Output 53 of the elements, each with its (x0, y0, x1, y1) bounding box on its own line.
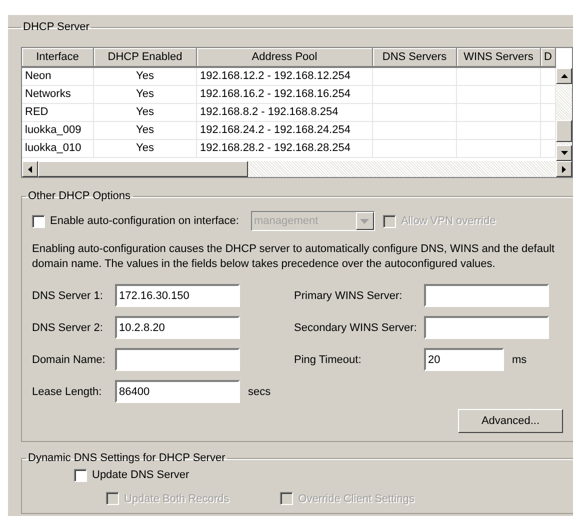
table-cell: RED (22, 104, 94, 122)
update-dns-checkbox[interactable]: Update DNS Server (74, 468, 190, 482)
left-arrow-icon (28, 166, 32, 172)
group-title: Other DHCP Options (27, 190, 132, 202)
input-field[interactable]: 20 (424, 348, 504, 371)
table-cell: 192.168.28.2 - 192.168.28.254 (197, 140, 373, 158)
advanced-button[interactable]: Advanced... (458, 409, 563, 433)
down-arrow-icon (560, 151, 568, 155)
table-cell: luokka_010 (22, 140, 94, 158)
field-label: Ping Timeout: (294, 354, 362, 366)
table-cell: Yes (94, 68, 197, 86)
horizontal-scrollbar[interactable] (21, 161, 573, 178)
table-cell: 192.168.16.2 - 192.168.16.254 (197, 86, 373, 104)
unit-label: secs (248, 386, 271, 398)
input-field[interactable]: 86400 (115, 380, 240, 403)
column-header[interactable]: DNS Servers (373, 48, 457, 68)
table-cell: luokka_009 (22, 122, 94, 140)
scrollbar-thumb[interactable] (38, 161, 248, 177)
field-label: Domain Name: (32, 354, 106, 366)
column-header[interactable]: Interface (22, 48, 94, 68)
dropdown-arrow-icon (360, 218, 370, 224)
field-label: Primary WINS Server: (294, 290, 404, 302)
table-cell: Yes (94, 140, 197, 158)
input-field[interactable] (424, 316, 549, 339)
column-header[interactable]: WINS Servers (457, 48, 541, 68)
unit-label: ms (512, 354, 527, 366)
table-cell: 192.168.12.2 - 192.168.12.254 (197, 68, 373, 86)
up-arrow-icon (560, 74, 568, 78)
table-cell: Yes (94, 122, 197, 140)
field-label: DNS Server 1: (32, 290, 104, 302)
table-cell: 192.168.8.2 - 192.168.8.254 (197, 104, 373, 122)
input-field[interactable] (424, 284, 549, 307)
group-title: Dynamic DNS Settings for DHCP Server (27, 452, 226, 464)
vertical-scrollbar[interactable] (556, 68, 572, 161)
input-field[interactable]: 172.16.30.150 (115, 284, 240, 307)
column-header[interactable]: D (541, 48, 556, 68)
input-field[interactable]: 10.2.8.20 (115, 316, 240, 339)
input-field[interactable] (115, 348, 240, 371)
scrollbar-thumb[interactable] (556, 120, 572, 142)
auto-config-checkbox[interactable]: Enable auto-configuration on interface: (32, 214, 239, 228)
table-cell: Yes (94, 86, 197, 104)
field-label: Lease Length: (32, 386, 103, 398)
group-title: DHCP Server (22, 21, 90, 33)
table-cell: Yes (94, 104, 197, 122)
right-arrow-icon (562, 166, 566, 172)
field-label: DNS Server 2: (32, 322, 104, 334)
table-cell: Neon (22, 68, 94, 86)
field-label: Secondary WINS Server: (294, 322, 418, 334)
table-cell: Networks (22, 86, 94, 104)
column-header[interactable]: Address Pool (197, 48, 373, 68)
info-text: Enabling auto-configuration causes the DHCP server to automatically configure DNS, WINS and the default domain name. The values in the fields below takes precedence over the autoconfigured values. (32, 242, 556, 272)
table-cell: 192.168.24.2 - 192.168.24.254 (197, 122, 373, 140)
column-header[interactable]: DHCP Enabled (94, 48, 197, 68)
